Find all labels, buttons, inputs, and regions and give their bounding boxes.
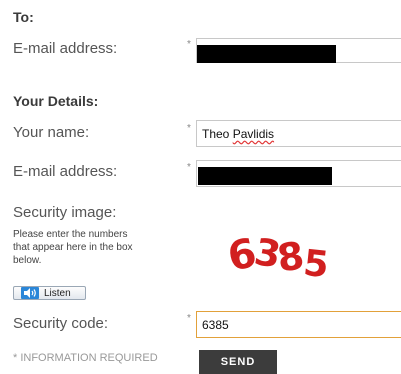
send-button[interactable]: SEND [199,350,277,374]
required-marker: * [187,123,191,134]
security-code-label: Security code: [13,315,109,332]
listen-button[interactable]: Listen [13,286,86,300]
required-marker: * [187,313,191,324]
to-heading: To: [13,9,34,25]
speaker-icon [21,287,39,299]
your-name-input[interactable]: Theo Pavlidis [196,120,401,147]
your-name-last: Pavlidis [232,127,275,141]
sender-email-input[interactable] [196,160,401,187]
your-name-label: Your name: [13,124,90,141]
security-code-input[interactable]: 6385 [196,311,401,338]
your-details-heading: Your Details: [13,93,99,109]
security-code-value: 6385 [202,318,229,332]
required-marker: * [187,39,191,50]
required-info-note: * INFORMATION REQUIRED [13,352,158,364]
help-line: below. [13,255,42,266]
security-image-label: Security image: [13,204,117,221]
captcha-image: 6 3 8 5 [224,230,331,284]
redaction-bar [197,45,336,63]
help-line: Please enter the numbers [13,229,128,240]
sender-email-label: E-mail address: [13,163,118,180]
required-marker: * [187,162,191,173]
security-help-text: Please enter the numbers that appear her… [13,228,198,267]
recipient-email-input[interactable] [196,38,401,63]
redaction-bar [198,167,332,185]
your-name-first: Theo [202,127,230,141]
listen-label: Listen [44,287,71,299]
captcha-digit: 5 [301,243,330,284]
help-line: that appear here in the box [13,242,133,253]
your-name-value: Theo Pavlidis [202,127,274,141]
recipient-email-label: E-mail address: [13,40,118,57]
